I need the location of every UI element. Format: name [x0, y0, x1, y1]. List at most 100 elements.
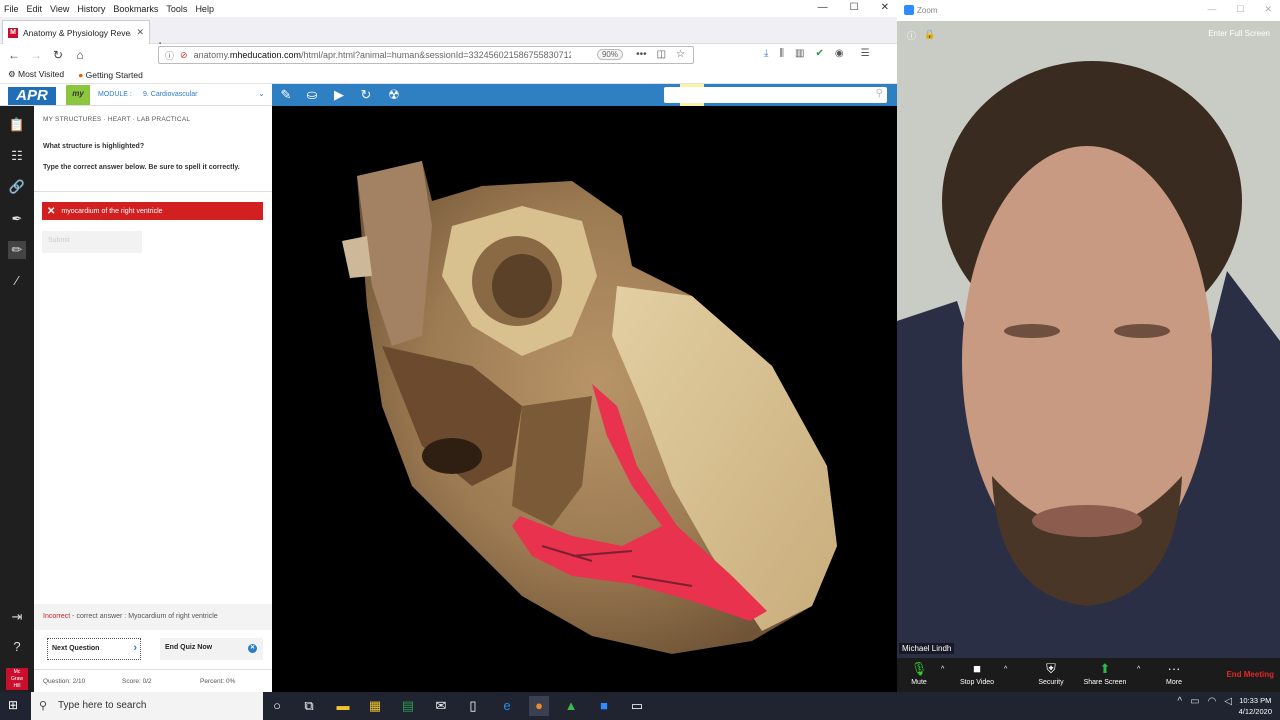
download-icon[interactable]: ⤓ — [764, 48, 768, 59]
app-header: APR my MODULE : 9. Cardiovascular ⌄ — [0, 84, 272, 106]
app-search-input[interactable]: ⚲ — [664, 87, 887, 103]
document-icon[interactable]: ▯ — [463, 696, 483, 716]
extension-check-icon[interactable]: ✔ — [815, 48, 823, 59]
zoom-level[interactable]: 90% — [596, 49, 623, 60]
minimize-button[interactable]: — — [1207, 4, 1216, 15]
library-icon[interactable]: ⫼ — [779, 48, 784, 59]
photos-icon[interactable]: ▲ — [561, 696, 581, 716]
pencil-icon[interactable]: ✏ — [8, 241, 26, 259]
firefox-icon[interactable]: ● — [529, 696, 549, 716]
battery-icon[interactable]: ▭ — [1190, 696, 1199, 707]
menu-bookmarks[interactable]: Bookmarks — [113, 4, 158, 14]
mcgraw-hill-logo: Mc Graw Hill — [6, 668, 28, 690]
pocket-icon[interactable]: ◫ — [657, 49, 666, 60]
dissect-icon[interactable]: ⛀ — [302, 86, 322, 104]
my-button[interactable]: my — [66, 85, 90, 105]
end-quiz-button[interactable]: End Quiz Now ✕ — [160, 638, 263, 660]
next-question-button[interactable]: Next Question › — [47, 638, 141, 660]
forward-icon[interactable]: → — [25, 48, 47, 62]
security-button[interactable]: ⛨ Security — [1035, 661, 1067, 686]
maximize-button[interactable]: ☐ — [850, 2, 859, 13]
close-button[interactable]: ✕ — [881, 2, 889, 13]
taskbar-clock[interactable]: 10:33 PM 4/12/2020 — [1239, 695, 1272, 717]
exit-icon[interactable]: ⇥ — [8, 608, 26, 626]
status-score: Score: 0/2 — [122, 678, 152, 685]
lock-icon[interactable]: 🔒 — [924, 29, 935, 42]
store-icon[interactable]: ▦ — [365, 696, 385, 716]
insecure-icon[interactable]: ⊘ — [180, 50, 188, 61]
zoom-icon[interactable]: ■ — [594, 696, 614, 716]
end-meeting-button[interactable]: End Meeting — [1226, 670, 1274, 679]
quiz-status-bar: Question: 2/10 Score: 0/2 Percent: 0% — [34, 669, 272, 692]
radiation-icon[interactable]: ☢ — [384, 86, 404, 104]
menu-history[interactable]: History — [77, 4, 105, 14]
chevron-up-icon[interactable]: ^ — [1137, 666, 1140, 673]
chevron-up-icon[interactable]: ^ — [1004, 666, 1007, 673]
mute-button[interactable]: 🎙 Mute — [907, 661, 931, 686]
close-button[interactable]: ✕ — [1264, 4, 1272, 15]
bookmark-getting-started[interactable]: ● Getting Started — [78, 70, 143, 80]
stop-video-button[interactable]: ■ Stop Video — [955, 661, 999, 686]
menu-file[interactable]: File — [4, 4, 19, 14]
quiz-panel: MY STRUCTURES · HEART · LAB PRACTICAL Wh… — [34, 106, 272, 692]
edge-icon[interactable]: e — [497, 696, 517, 716]
menu-tools[interactable]: Tools — [166, 4, 187, 14]
more-button[interactable]: ··· More — [1162, 661, 1186, 686]
page-actions-icon[interactable]: ••• — [636, 49, 647, 60]
participant-name: Michael Lindh — [899, 643, 955, 654]
windows-start-icon[interactable]: ⊞ — [8, 698, 23, 713]
anatomy-viewer[interactable] — [272, 106, 897, 692]
maximize-button[interactable]: ☐ — [1236, 4, 1244, 15]
file-explorer-icon[interactable]: ▬ — [333, 696, 353, 716]
rotate-icon[interactable]: ↻ — [356, 86, 376, 104]
menu-edit[interactable]: Edit — [27, 4, 43, 14]
help-icon[interactable]: ? — [8, 638, 26, 656]
sidebar-icon[interactable]: ▥ — [795, 48, 804, 59]
chevron-up-icon[interactable]: ^ — [1177, 696, 1182, 707]
participant-video[interactable]: ⓘ 🔒 Enter Full Screen Michael Lindh — [897, 21, 1280, 658]
close-tab-icon[interactable]: ✕ — [136, 27, 144, 38]
end-quiz-label: End Quiz Now — [165, 644, 213, 651]
bookmark-star-icon[interactable]: ☆ — [676, 49, 685, 60]
account-icon[interactable]: ◉ — [835, 48, 844, 59]
menu-help[interactable]: Help — [195, 4, 214, 14]
bookmark-most-visited[interactable]: ⚙ Most Visited — [8, 69, 64, 80]
reload-icon[interactable]: ↻ — [47, 48, 69, 62]
play-icon[interactable]: ▶ — [329, 86, 349, 104]
enter-fullscreen-button[interactable]: Enter Full Screen — [1208, 29, 1270, 38]
excel-icon[interactable]: ▤ — [398, 696, 418, 716]
menu-view[interactable]: View — [50, 4, 69, 14]
home-icon[interactable]: ⌂ — [69, 48, 91, 62]
task-view-icon[interactable]: ⧉ — [299, 696, 319, 716]
terminal-icon[interactable]: ▭ — [627, 696, 647, 716]
browser-window: File Edit View History Bookmarks Tools H… — [0, 0, 897, 692]
answer-input[interactable]: ✕ myocardium of the right ventricle — [42, 202, 263, 220]
info-icon[interactable]: ⓘ — [165, 49, 174, 62]
mail-icon[interactable]: ✉ — [431, 696, 451, 716]
heart-dissection-image[interactable] — [272, 106, 897, 692]
share-screen-button[interactable]: ⬆ Share Screen — [1082, 661, 1128, 686]
wifi-icon[interactable]: ◠ — [1208, 696, 1217, 707]
cortana-icon[interactable]: ○ — [267, 696, 287, 716]
taskbar-search-input[interactable]: ⚲ Type here to search — [31, 692, 263, 720]
checklist-icon[interactable]: ☷ — [8, 147, 26, 165]
menu-icon[interactable]: ☰ — [861, 48, 870, 59]
zoom-window-controls: — ☐ ✕ — [1207, 4, 1272, 15]
chevron-down-icon[interactable]: ⌄ — [258, 89, 265, 98]
eyedropper-icon[interactable]: ✒ — [8, 210, 26, 228]
info-icon[interactable]: ⓘ — [907, 29, 916, 42]
clipboard-icon[interactable]: 📋 — [8, 116, 26, 134]
minimize-button[interactable]: — — [818, 2, 828, 13]
module-select[interactable]: 9. Cardiovascular — [143, 91, 197, 98]
pointer-icon[interactable]: ⁄ — [8, 272, 26, 290]
volume-icon[interactable]: ◁ — [1224, 696, 1232, 707]
url-bar[interactable]: ⓘ ⊘ anatomy. mheducation.com/html/apr.htm… — [158, 46, 694, 64]
link-icon[interactable]: 🔗 — [8, 178, 26, 196]
back-icon[interactable]: ← — [3, 48, 25, 62]
search-icon[interactable]: ⚲ — [876, 88, 883, 99]
submit-button[interactable]: Submit — [42, 231, 142, 253]
pen-icon[interactable]: ✎ — [276, 86, 296, 104]
apr-logo[interactable]: APR — [8, 87, 56, 105]
tab-apr[interactable]: M Anatomy & Physiology Reveale ✕ — [2, 20, 150, 44]
chevron-up-icon[interactable]: ^ — [941, 666, 944, 673]
